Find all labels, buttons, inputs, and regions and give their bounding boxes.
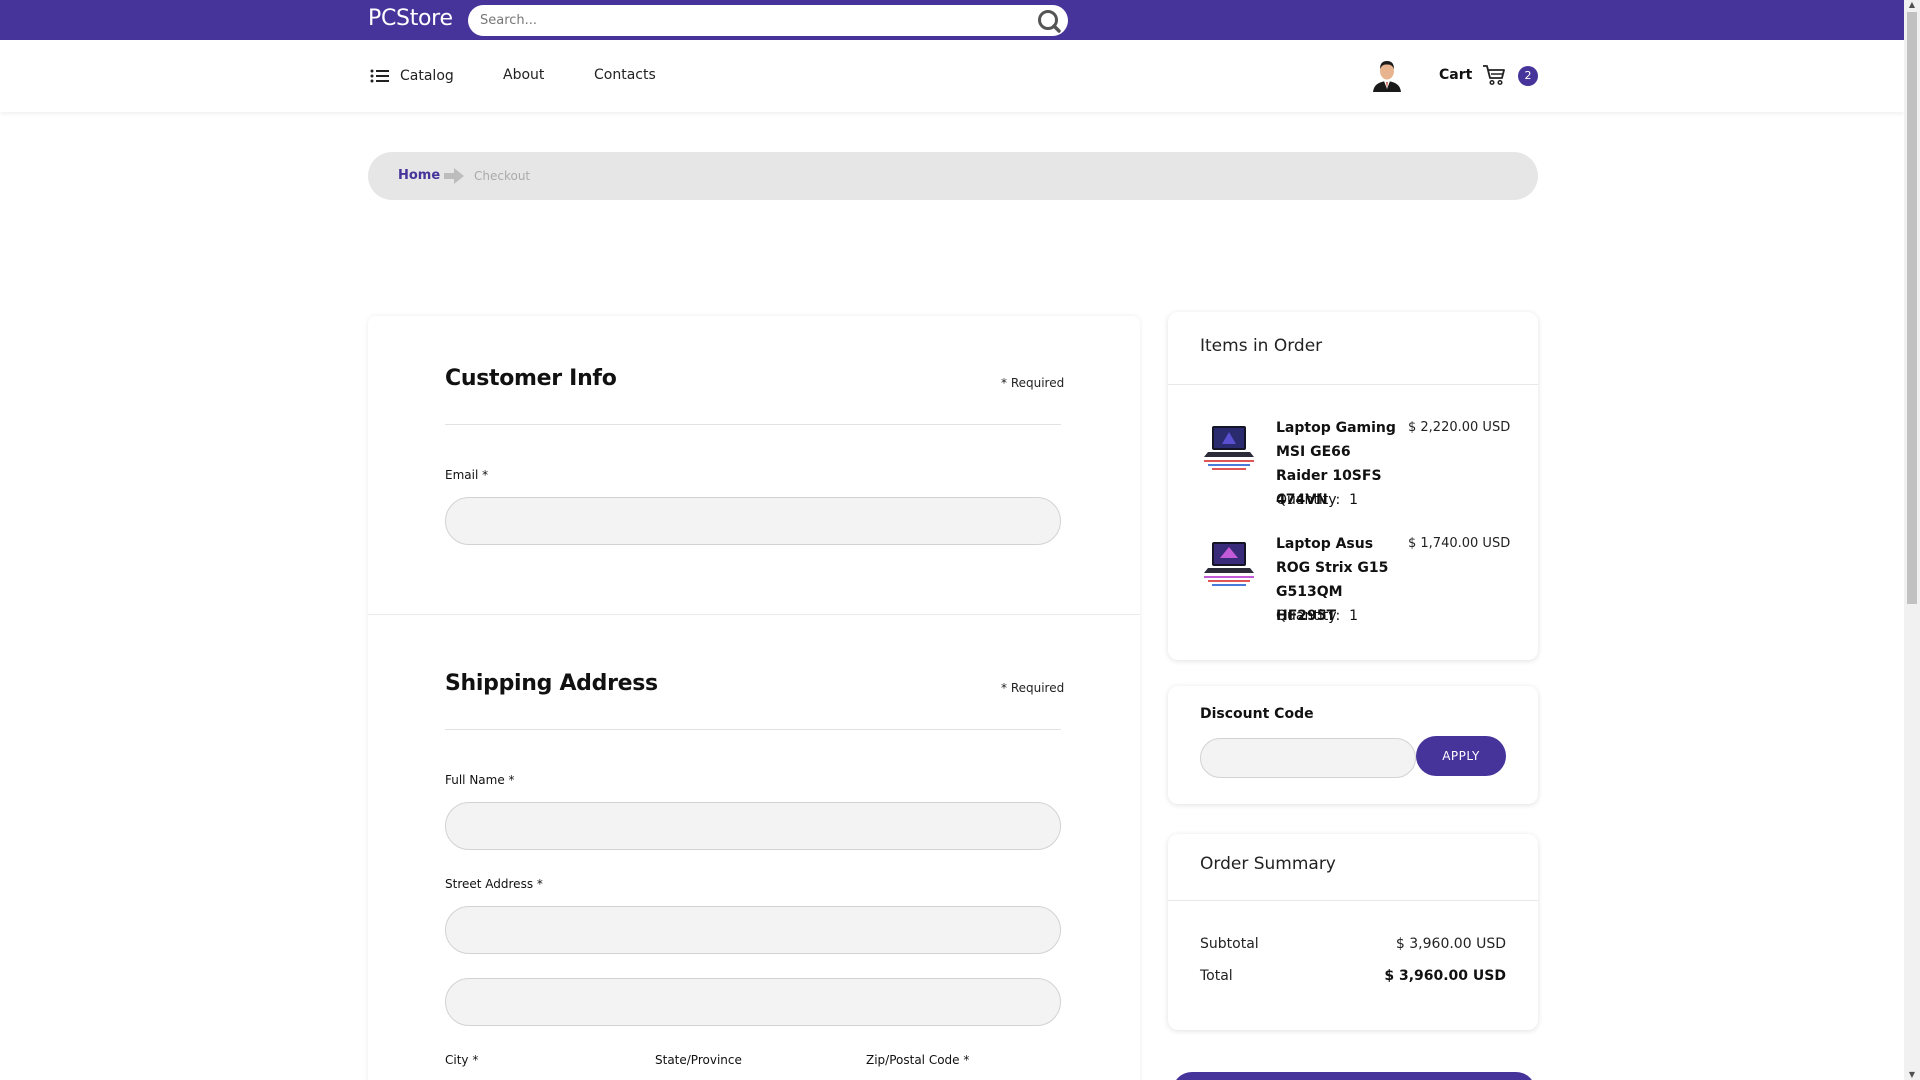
item-price: $ 2,220.00 USD [1408,420,1511,435]
section-divider [368,614,1140,615]
street-address-field[interactable] [445,906,1061,954]
section-rule [445,729,1061,730]
search-icon[interactable] [1036,8,1062,34]
required-note: * Required [1001,681,1065,695]
total-label: Total [1200,968,1233,984]
items-in-order-card: Items in Order Laptop Gaming MSI GE66 Ra… [1168,312,1538,660]
discount-code-field[interactable] [1200,738,1416,778]
subtotal-label: Subtotal [1200,936,1259,952]
full-name-field[interactable] [445,802,1061,850]
search-box [468,5,1068,36]
page-scrollbar[interactable]: ▲ ▼ [1904,0,1920,1080]
zip-label: Zip/Postal Code * [866,1053,970,1067]
discount-card: Discount Code APPLY [1168,686,1538,804]
quantity-label: Quantity: [1276,492,1341,508]
scroll-thumb[interactable] [1907,12,1917,604]
nav-catalog[interactable]: Catalog [370,66,454,86]
place-order-button[interactable] [1172,1072,1536,1080]
scroll-up-icon[interactable]: ▲ [1907,0,1917,10]
card-divider [1168,384,1538,385]
item-price: $ 1,740.00 USD [1408,536,1511,551]
nav-about[interactable]: About [503,67,544,83]
order-item: Laptop Gaming MSI GE66 Raider 10SFS 474V… [1168,416,1538,516]
card-divider [1168,900,1538,901]
user-avatar[interactable] [1370,56,1404,92]
arrow-right-icon [444,168,464,184]
breadcrumb-current: Checkout [474,169,531,183]
nav-catalog-label: Catalog [400,68,454,84]
cart-icon[interactable] [1482,64,1506,86]
email-label: Email * [445,468,489,482]
top-bar: PCStore [0,0,1904,40]
store-logo[interactable]: PCStore [368,6,453,31]
city-label: City * [445,1053,479,1067]
street-address-label: Street Address * [445,877,543,891]
apply-button[interactable]: APPLY [1416,736,1506,776]
order-summary-title: Order Summary [1200,854,1336,874]
required-note: * Required [1001,376,1065,390]
state-label: State/Province [655,1053,742,1067]
search-input[interactable] [480,9,1020,32]
cart-count-badge: 2 [1518,66,1538,86]
subtotal-value: $ 3,960.00 USD [1395,936,1506,952]
discount-code-label: Discount Code [1200,706,1314,722]
full-name-label: Full Name * [445,773,515,787]
item-quantity: Quantity: 1 [1276,488,1358,512]
section-rule [445,424,1061,425]
laptop-thumbnail[interactable] [1200,424,1258,472]
scroll-down-icon[interactable]: ▼ [1907,1070,1917,1080]
checkout-form: Customer Info * Required Email * Shippin… [368,316,1140,1080]
breadcrumb: Home Checkout [368,152,1538,200]
items-in-order-title: Items in Order [1200,336,1323,356]
customer-info-title: Customer Info [445,366,617,391]
order-summary-card: Order Summary Subtotal $ 3,960.00 USD To… [1168,834,1538,1030]
quantity-value: 1 [1349,608,1359,624]
shipping-address-title: Shipping Address [445,671,658,696]
nav-contacts[interactable]: Contacts [594,67,656,83]
laptop-thumbnail[interactable] [1200,540,1258,588]
main-nav: Catalog About Contacts Cart 2 [0,40,1904,112]
total-value: $ 3,960.00 USD [1384,968,1506,984]
cart-link[interactable]: Cart [1439,67,1472,83]
item-quantity: Quantity: 1 [1276,604,1358,628]
quantity-label: Quantity: [1276,608,1341,624]
breadcrumb-home[interactable]: Home [398,168,440,183]
quantity-value: 1 [1349,492,1359,508]
order-item: Laptop Asus ROG Strix G15 G513QM HF295T … [1168,532,1538,632]
list-icon [370,69,389,83]
email-field[interactable] [445,497,1061,545]
street-address-line2-field[interactable] [445,978,1061,1026]
